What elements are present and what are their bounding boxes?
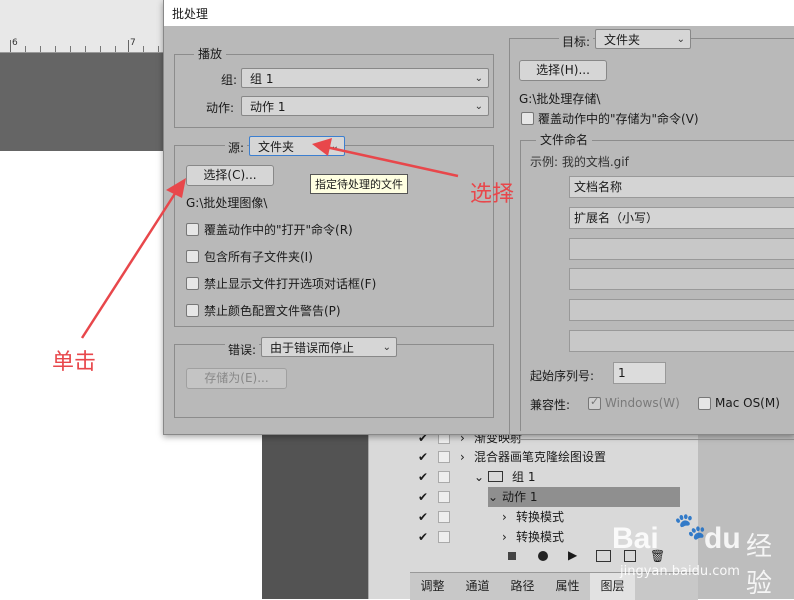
watermark-cn: 经验 bbox=[746, 532, 773, 599]
watermark-url: jingyan.baidu.com bbox=[620, 564, 740, 579]
annotation-click: 单击 bbox=[52, 350, 97, 375]
baidu-watermark: Bai 🐾 du 经验 jingyan.baidu.com bbox=[612, 508, 792, 599]
watermark-brand-suffix: du bbox=[704, 522, 741, 555]
arrow-line-click bbox=[80, 191, 178, 339]
arrow-head-click bbox=[166, 178, 186, 198]
paw-icon: 🐾 bbox=[674, 512, 707, 542]
watermark-brand: Bai bbox=[612, 522, 659, 555]
annotation-choose: 选择 bbox=[470, 182, 515, 207]
arrow-head-choose bbox=[312, 138, 332, 156]
arrow-line-choose bbox=[325, 145, 459, 178]
